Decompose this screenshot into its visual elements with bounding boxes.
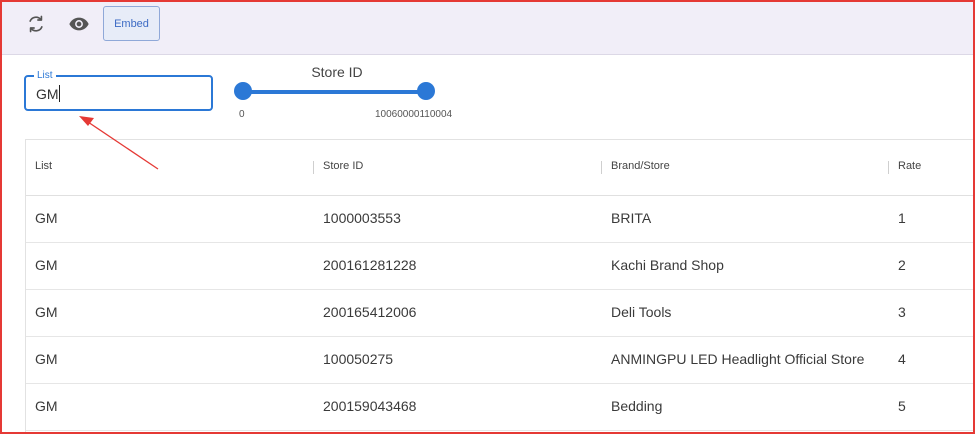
table-row[interactable]: GM 200161281228 Kachi Brand Shop 2 xyxy=(26,242,973,290)
slider-max-label: 10060000110004 xyxy=(375,109,453,120)
column-header-brand-store[interactable]: Brand/Store xyxy=(611,160,670,172)
cell-rate: 5 xyxy=(898,398,906,414)
eye-icon[interactable] xyxy=(66,11,92,37)
cell-brand-store: Bedding xyxy=(611,398,663,414)
embed-button[interactable]: Embed xyxy=(103,6,160,41)
cell-list: GM xyxy=(35,398,58,414)
data-table: List Store ID Brand/Store Rate GM 100000… xyxy=(25,139,973,432)
slider-min-label: 0 xyxy=(239,109,245,120)
cell-list: GM xyxy=(35,257,58,273)
cell-list: GM xyxy=(35,304,58,320)
refresh-icon[interactable] xyxy=(23,11,49,37)
store-id-range-track[interactable] xyxy=(243,90,428,94)
column-divider[interactable] xyxy=(601,161,602,174)
app-frame: Embed List Store ID 0 10060000110004 Lis… xyxy=(0,0,975,434)
table-row[interactable]: GM 200165412006 Deli Tools 3 xyxy=(26,289,973,337)
cell-store-id: 200165412006 xyxy=(323,304,417,320)
cell-store-id: 200159043468 xyxy=(323,398,417,414)
table-row[interactable]: GM 100050275 ANMINGPU LED Headlight Offi… xyxy=(26,336,973,384)
column-header-list[interactable]: List xyxy=(35,160,52,172)
cell-store-id: 100050275 xyxy=(323,351,394,367)
cell-brand-store: Deli Tools xyxy=(611,304,672,320)
list-field-label: List xyxy=(34,69,56,83)
cell-rate: 1 xyxy=(898,210,906,226)
cell-store-id: 200161281228 xyxy=(323,257,417,273)
cell-brand-store: BRITA xyxy=(611,210,652,226)
cell-rate: 3 xyxy=(898,304,906,320)
cell-rate: 4 xyxy=(898,351,906,367)
cell-brand-store: ANMINGPU LED Headlight Official Store xyxy=(611,351,865,367)
slider-min-thumb[interactable] xyxy=(234,82,252,100)
toolbar: Embed xyxy=(2,2,973,55)
cell-brand-store: Kachi Brand Shop xyxy=(611,257,724,273)
slider-title: Store ID xyxy=(311,64,363,80)
cell-rate: 2 xyxy=(898,257,906,273)
slider-max-thumb[interactable] xyxy=(417,82,435,100)
column-header-store-id[interactable]: Store ID xyxy=(323,160,363,172)
cell-list: GM xyxy=(35,210,58,226)
table-row[interactable]: GM 1000003553 BRITA 1 xyxy=(26,195,973,243)
table-header: List Store ID Brand/Store Rate xyxy=(26,140,973,196)
list-input[interactable] xyxy=(36,85,201,103)
column-header-rate[interactable]: Rate xyxy=(898,160,921,172)
cell-list: GM xyxy=(35,351,58,367)
column-divider[interactable] xyxy=(313,161,314,174)
text-caret xyxy=(59,85,60,102)
list-filter-field[interactable]: List xyxy=(24,69,213,111)
cell-store-id: 1000003553 xyxy=(323,210,401,226)
column-divider[interactable] xyxy=(888,161,889,174)
table-row[interactable]: GM 200159043468 Bedding 5 xyxy=(26,383,973,431)
